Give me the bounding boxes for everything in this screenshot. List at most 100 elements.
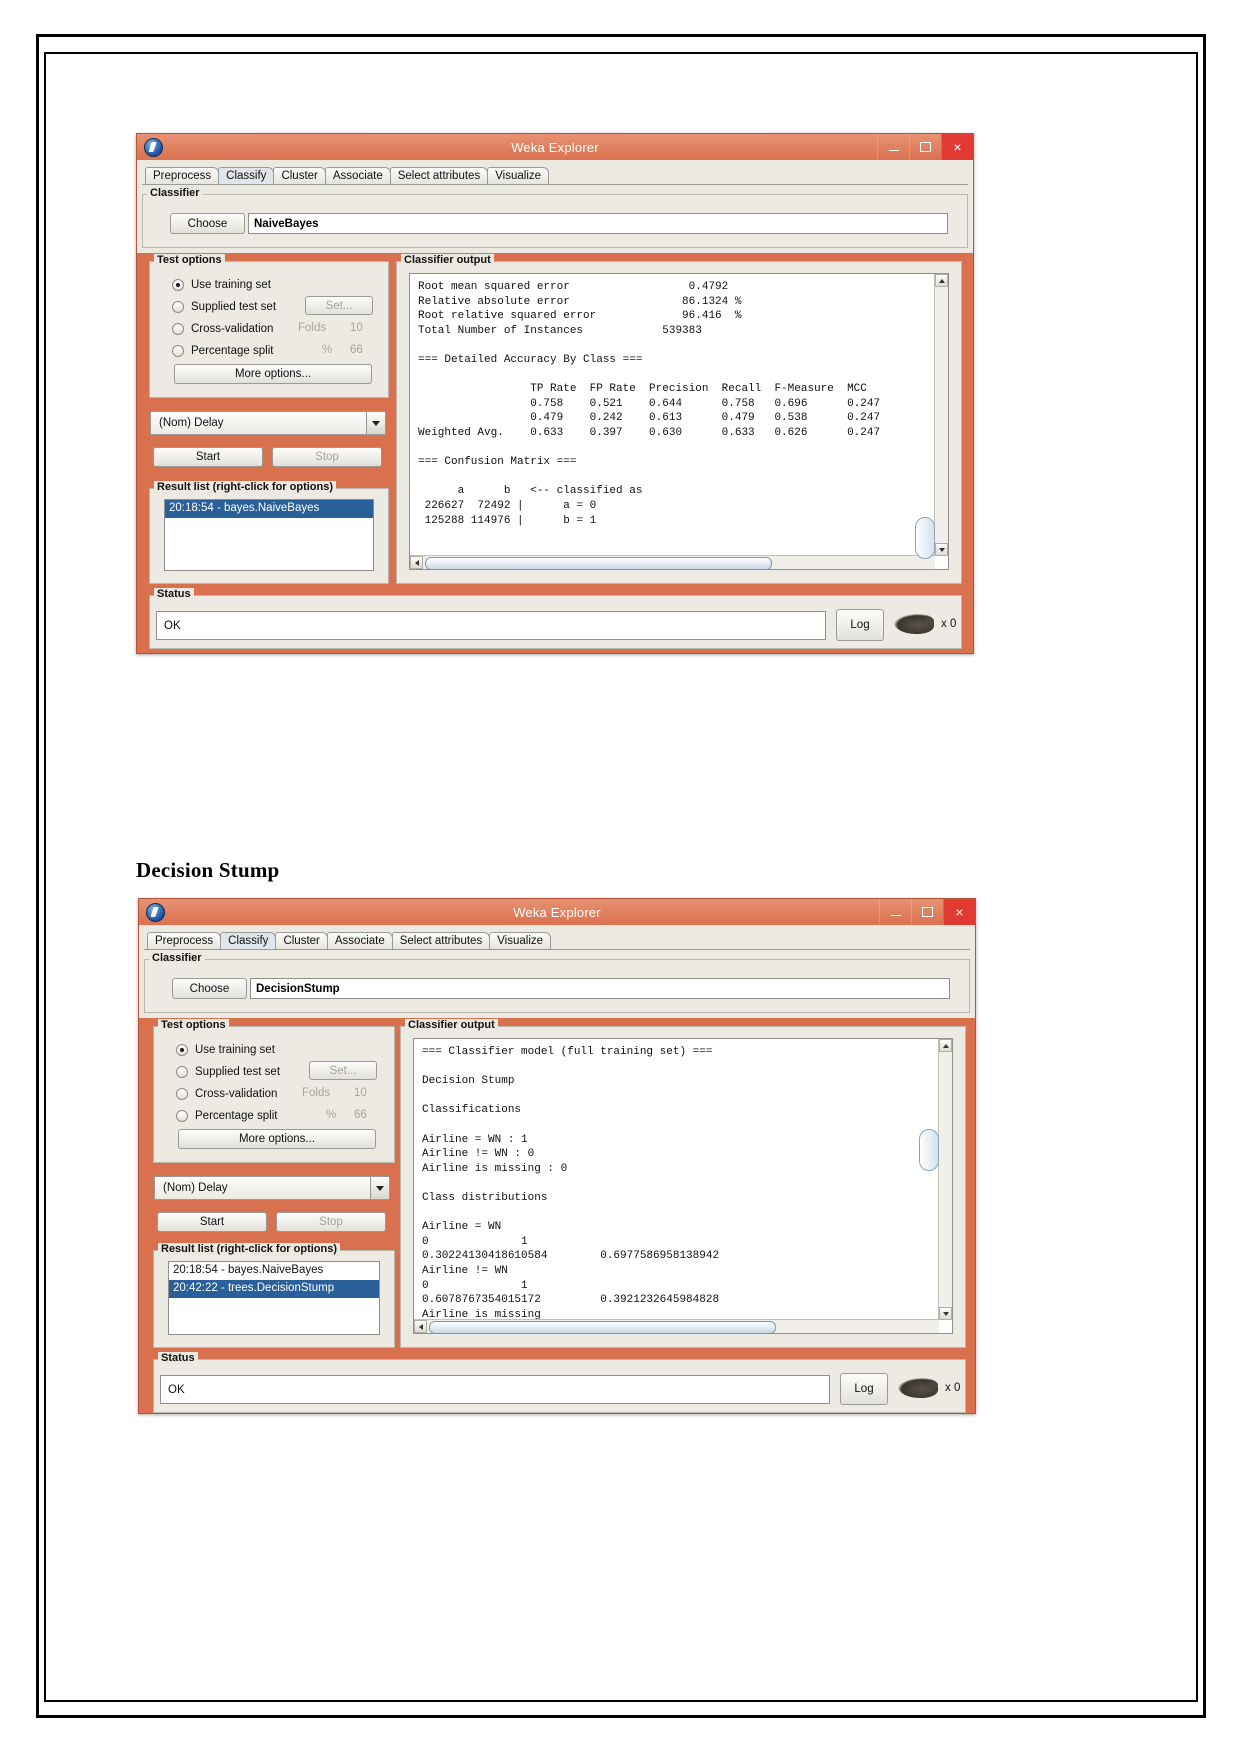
tab-cluster[interactable]: Cluster xyxy=(275,932,328,949)
classifier-output-text: === Classifier model (full training set)… xyxy=(422,1046,720,1321)
more-options-button[interactable]: More options... xyxy=(174,364,372,384)
chevron-down-icon[interactable] xyxy=(366,412,385,434)
option-percentage-split[interactable]: Percentage split xyxy=(176,1106,277,1125)
test-options-group: Test options Use training set Supplied t… xyxy=(149,254,389,398)
status-group-title: Status xyxy=(154,588,194,600)
test-options-group: Test options Use training set Supplied t… xyxy=(153,1019,395,1163)
classifier-output-group: Classifier output === Classifier model (… xyxy=(400,1019,966,1348)
tab-select-attributes[interactable]: Select attributes xyxy=(389,167,489,184)
folds-value[interactable]: 10 xyxy=(354,1087,367,1099)
maximize-button[interactable] xyxy=(909,134,941,160)
list-item[interactable]: 20:18:54 - bayes.NaiveBayes xyxy=(165,500,373,518)
option-cross-validation[interactable]: Cross-validation xyxy=(172,319,273,338)
result-list[interactable]: 20:18:54 - bayes.NaiveBayes xyxy=(164,499,374,571)
weka-bird-animation-icon xyxy=(898,1378,938,1398)
class-attribute-combo[interactable]: (Nom) Delay xyxy=(154,1176,390,1200)
option-supplied-test-set[interactable]: Supplied test set xyxy=(172,297,276,316)
stop-button[interactable]: Stop xyxy=(272,447,382,467)
percent-value[interactable]: 66 xyxy=(350,344,363,356)
start-button[interactable]: Start xyxy=(157,1212,267,1232)
label-cross-validation: Cross-validation xyxy=(195,1087,278,1100)
output-horizontal-scrollbar[interactable] xyxy=(410,555,935,569)
output-vertical-scrollbar[interactable] xyxy=(938,1039,952,1320)
percent-label: % xyxy=(322,344,333,356)
folds-label: Folds xyxy=(302,1087,331,1099)
task-count-label: x 0 xyxy=(945,1382,961,1394)
tab-preprocess[interactable]: Preprocess xyxy=(145,167,220,184)
close-button[interactable]: × xyxy=(941,134,973,160)
page-title: Decision Stump xyxy=(136,858,280,882)
classifier-output-area[interactable]: === Classifier model (full training set)… xyxy=(413,1038,953,1334)
close-button[interactable]: × xyxy=(943,899,975,925)
choose-button[interactable]: Choose xyxy=(172,978,247,999)
tab-visualize[interactable]: Visualize xyxy=(489,932,552,949)
set-button[interactable]: Set... xyxy=(309,1061,377,1080)
class-attribute-combo[interactable]: (Nom) Delay xyxy=(150,411,386,435)
result-list[interactable]: 20:18:54 - bayes.NaiveBayes 20:42:22 - t… xyxy=(168,1261,380,1335)
stop-button[interactable]: Stop xyxy=(276,1212,386,1232)
title-bar: Weka Explorer × xyxy=(137,134,973,160)
tab-associate[interactable]: Associate xyxy=(326,932,393,949)
classifier-value-field[interactable]: NaiveBayes xyxy=(248,213,948,234)
list-item[interactable]: 20:18:54 - bayes.NaiveBayes xyxy=(169,1262,379,1280)
more-options-button[interactable]: More options... xyxy=(178,1129,376,1149)
tab-cluster[interactable]: Cluster xyxy=(273,167,326,184)
radio-supplied-test-set-icon xyxy=(176,1065,188,1078)
title-bar: Weka Explorer × xyxy=(139,899,975,925)
classifier-value-field[interactable]: DecisionStump xyxy=(250,978,950,999)
output-vertical-scrollbar[interactable] xyxy=(934,274,948,556)
tab-associate[interactable]: Associate xyxy=(324,167,391,184)
tab-select-attributes[interactable]: Select attributes xyxy=(391,932,491,949)
option-use-training-set[interactable]: Use training set xyxy=(172,275,271,294)
hscroll-thumb[interactable] xyxy=(429,1321,776,1333)
scroll-knob-decoration xyxy=(919,1129,939,1171)
classifier-group-title: Classifier xyxy=(149,952,205,964)
hscroll-thumb[interactable] xyxy=(425,557,772,569)
percent-value[interactable]: 66 xyxy=(354,1109,367,1121)
label-use-training-set: Use training set xyxy=(195,1043,275,1056)
start-button[interactable]: Start xyxy=(153,447,263,467)
class-attribute-value: (Nom) Delay xyxy=(159,417,224,429)
folds-value[interactable]: 10 xyxy=(350,322,363,334)
label-supplied-test-set: Supplied test set xyxy=(195,1065,281,1078)
option-percentage-split[interactable]: Percentage split xyxy=(172,341,273,360)
scroll-left-icon[interactable] xyxy=(414,1320,427,1333)
minimize-button[interactable] xyxy=(879,899,911,925)
status-group: Status OK Log x 0 xyxy=(149,588,962,649)
set-button[interactable]: Set... xyxy=(305,296,373,315)
tab-classify[interactable]: Classify xyxy=(218,167,275,184)
option-cross-validation[interactable]: Cross-validation xyxy=(176,1084,277,1103)
tab-classify[interactable]: Classify xyxy=(220,932,277,949)
option-supplied-test-set[interactable]: Supplied test set xyxy=(176,1062,280,1081)
scroll-down-icon[interactable] xyxy=(935,543,948,556)
log-button[interactable]: Log xyxy=(836,609,884,641)
choose-button[interactable]: Choose xyxy=(170,213,245,234)
classifier-output-area[interactable]: Root mean squared error 0.4792 Relative … xyxy=(409,273,949,570)
window-body: Preprocess Classify Cluster Associate Se… xyxy=(139,925,975,1413)
option-use-training-set[interactable]: Use training set xyxy=(176,1040,275,1059)
tab-preprocess[interactable]: Preprocess xyxy=(147,932,222,949)
status-field: OK xyxy=(160,1375,830,1404)
list-item[interactable]: 20:42:22 - trees.DecisionStump xyxy=(169,1280,379,1298)
scroll-down-icon[interactable] xyxy=(939,1307,952,1320)
scroll-up-icon[interactable] xyxy=(939,1039,952,1052)
minimize-button[interactable] xyxy=(877,134,909,160)
classifier-output-title: Classifier output xyxy=(405,1019,498,1031)
classifier-group-title: Classifier xyxy=(147,187,203,199)
label-percentage-split: Percentage split xyxy=(191,344,274,357)
scroll-up-icon[interactable] xyxy=(935,274,948,287)
result-list-group: Result list (right-click for options) 20… xyxy=(153,1243,395,1348)
weka-bird-animation-icon xyxy=(894,614,934,634)
radio-use-training-set-icon xyxy=(172,278,184,291)
log-button[interactable]: Log xyxy=(840,1373,888,1405)
test-options-title: Test options xyxy=(158,1019,229,1031)
scroll-left-icon[interactable] xyxy=(410,556,423,569)
chevron-down-icon[interactable] xyxy=(370,1177,389,1199)
radio-supplied-test-set-icon xyxy=(172,300,184,313)
output-horizontal-scrollbar[interactable] xyxy=(414,1319,939,1333)
tab-visualize[interactable]: Visualize xyxy=(487,167,550,184)
maximize-button[interactable] xyxy=(911,899,943,925)
weka-explorer-window-decisionstump: Weka Explorer × Preprocess Classify Clus… xyxy=(138,898,976,1414)
tab-bar: Preprocess Classify Cluster Associate Se… xyxy=(144,929,970,950)
percent-label: % xyxy=(326,1109,337,1121)
